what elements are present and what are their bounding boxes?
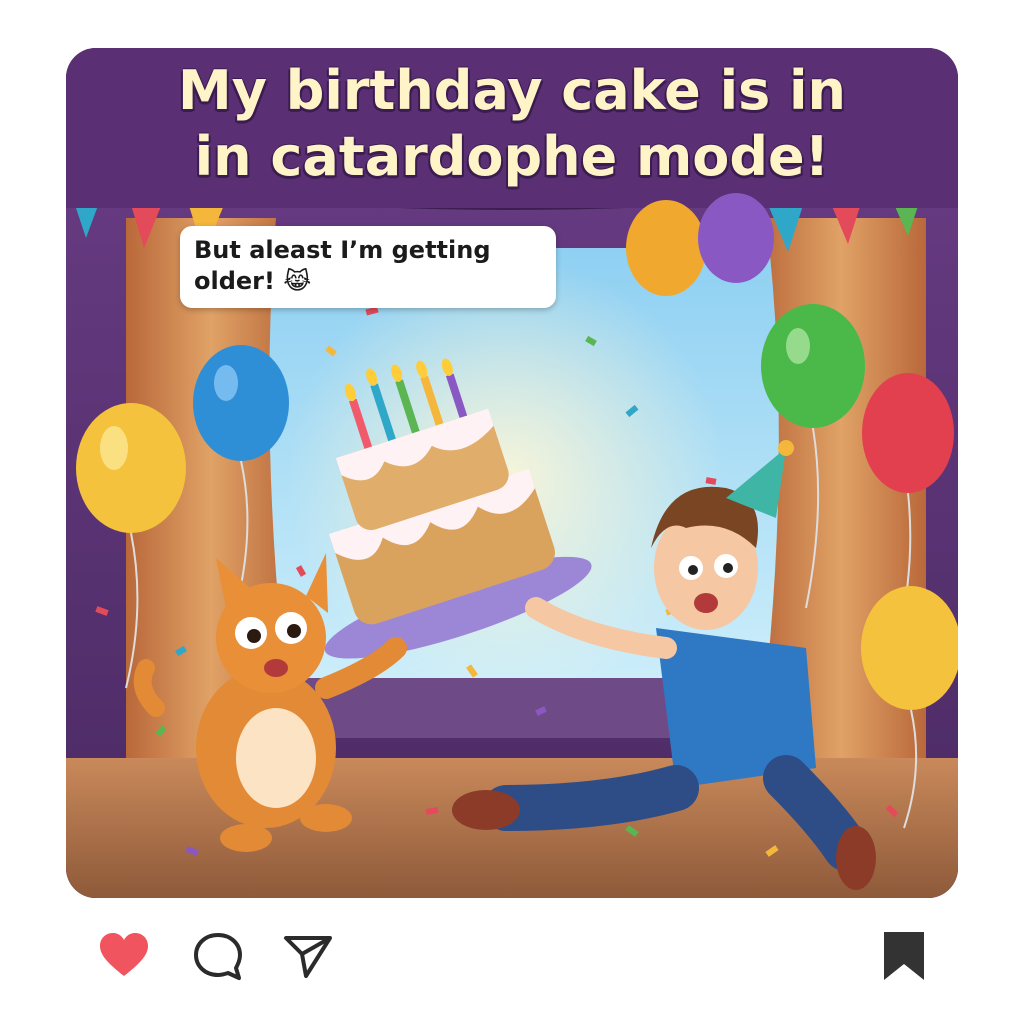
post-image: My birthday cake is in in catardophe mod… bbox=[66, 48, 958, 898]
post-action-bar bbox=[66, 920, 958, 990]
headline-line-2: in catardophe mode! bbox=[194, 125, 830, 188]
post-headline: My birthday cake is in in catardophe mod… bbox=[66, 58, 958, 190]
caption-line-1: But aleast I’m getting bbox=[194, 236, 491, 264]
caption-bubble: But aleast I’m getting older! 😹 bbox=[180, 226, 556, 308]
send-icon[interactable] bbox=[280, 928, 336, 984]
heart-icon[interactable] bbox=[96, 928, 152, 984]
headline-line-1: My birthday cake is in bbox=[178, 59, 846, 122]
comment-icon[interactable] bbox=[190, 928, 246, 984]
caption-line-2: older! 😹 bbox=[194, 267, 312, 295]
bookmark-icon[interactable] bbox=[876, 928, 932, 984]
